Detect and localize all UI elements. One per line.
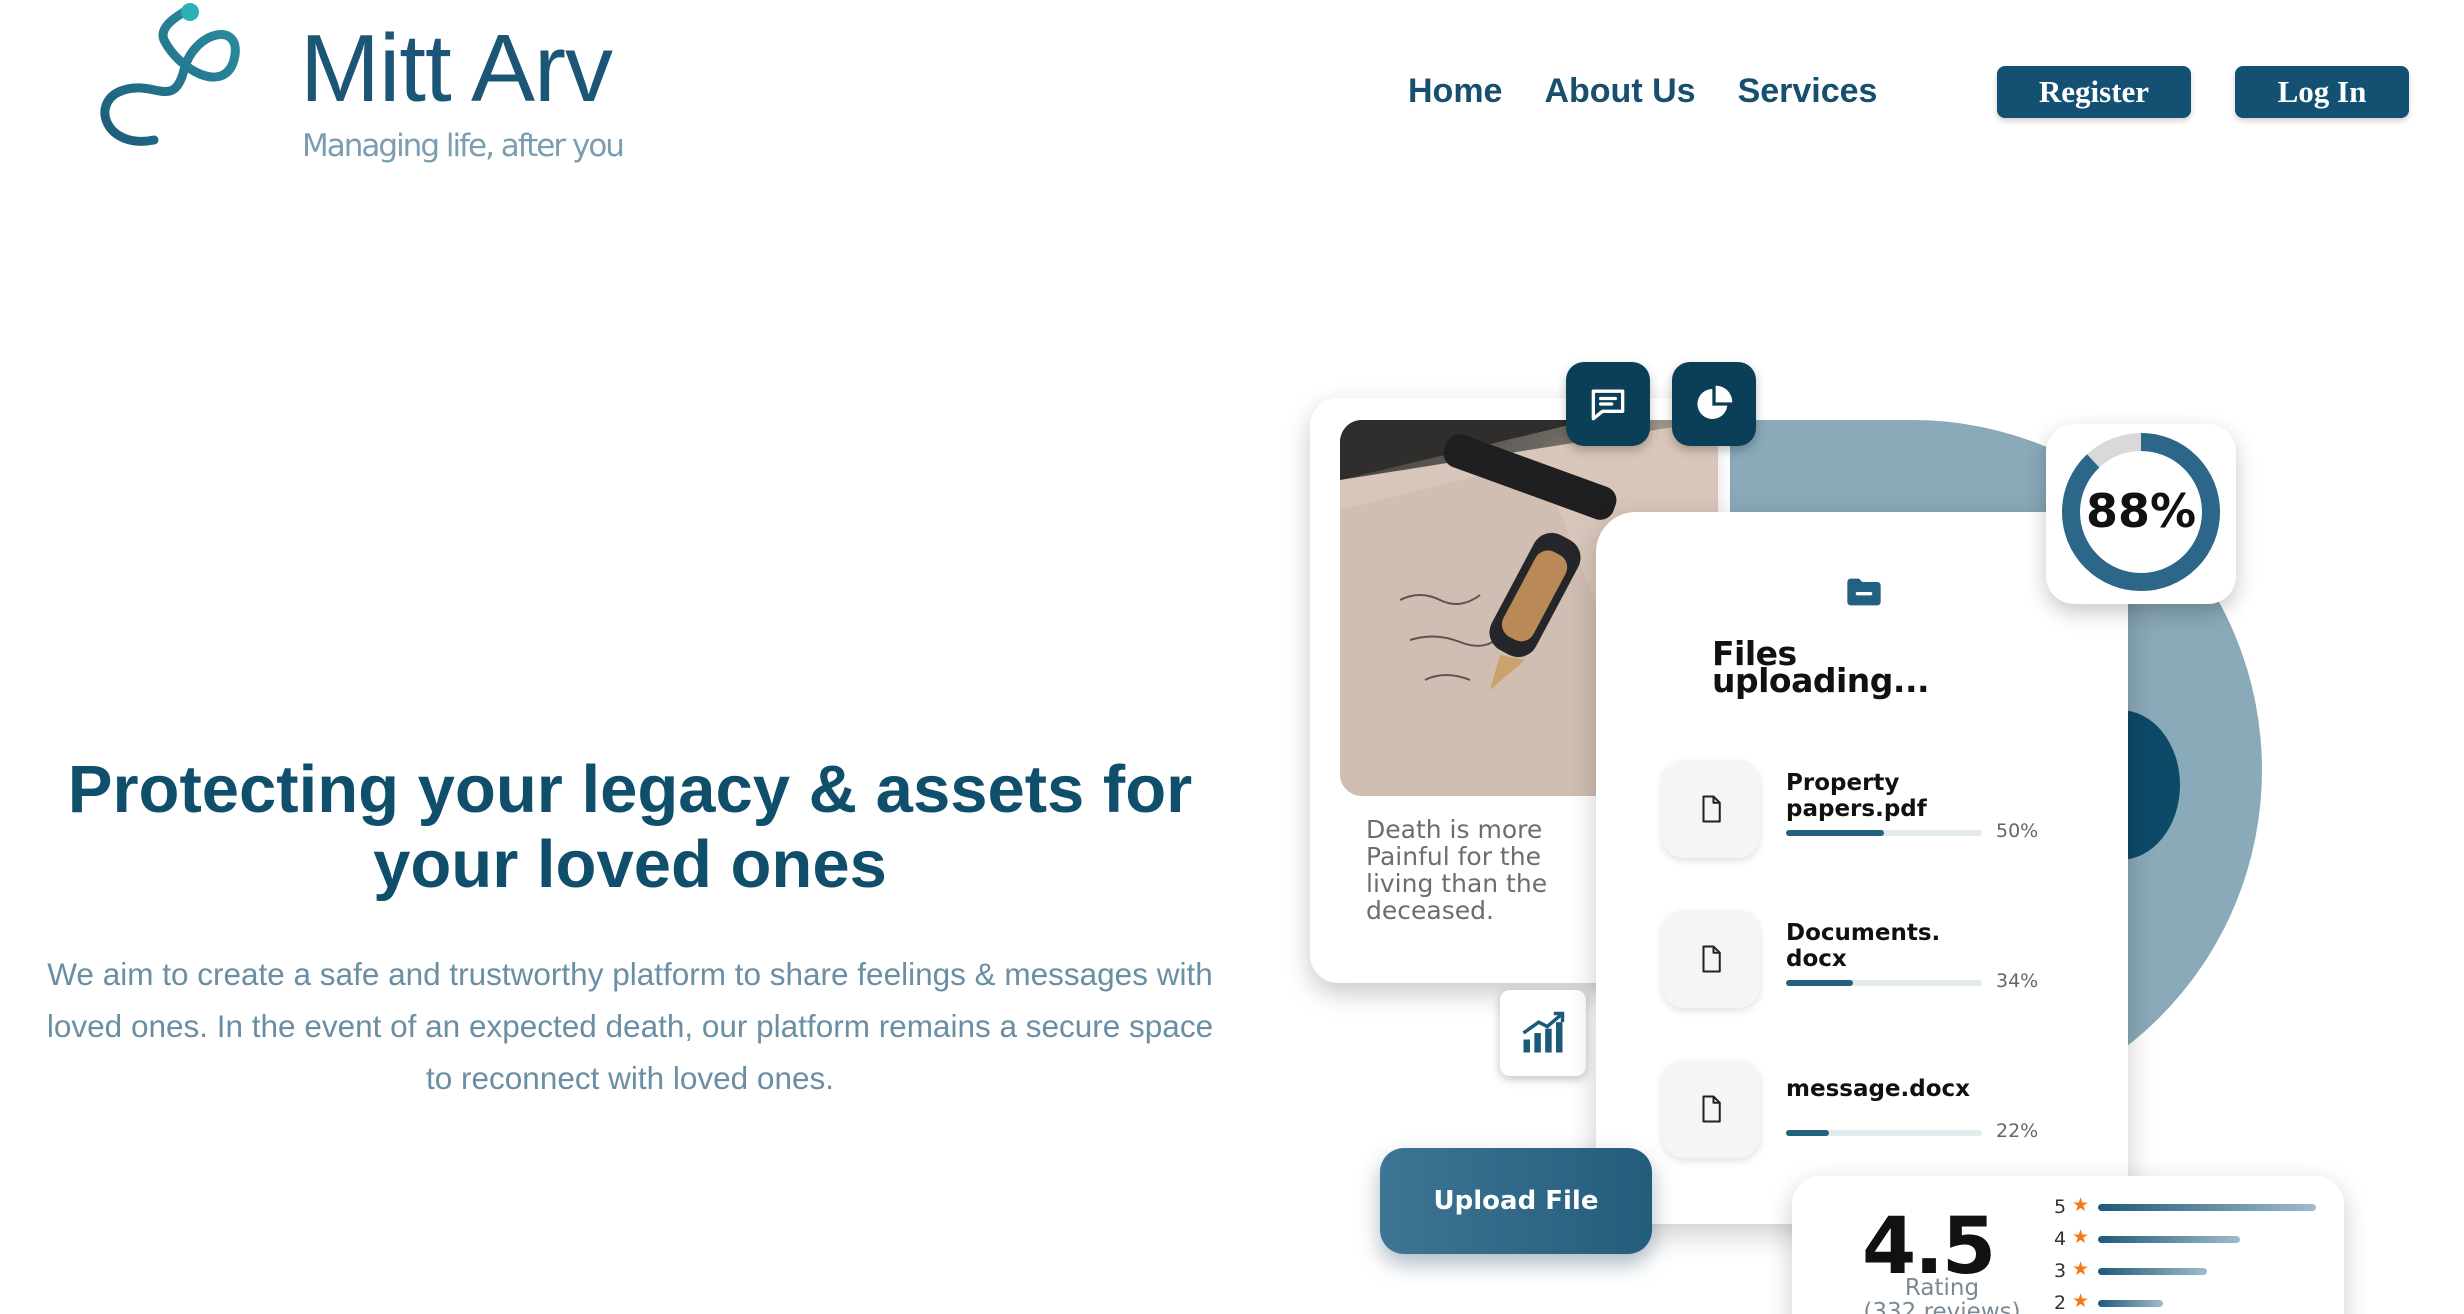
rating-stars-count: 2 xyxy=(2054,1292,2067,1314)
file-percent: 50% xyxy=(1996,820,2039,842)
photo-caption: Death is more Painful for the living tha… xyxy=(1366,815,1548,925)
file-progress-track xyxy=(1786,980,1982,986)
chat-icon[interactable] xyxy=(1566,362,1650,446)
main-nav: Home About Us Services xyxy=(1408,72,1877,111)
brand-tagline: Managing life, after you xyxy=(302,128,625,164)
rating-bar xyxy=(2098,1204,2316,1211)
file-row[interactable]: Documents. docx 34% xyxy=(1662,910,2102,1010)
upload-title: Files uploading... xyxy=(1712,634,1930,700)
brand-title[interactable]: Mitt Arv xyxy=(300,14,613,124)
hero-description: We aim to create a safe and trustworthy … xyxy=(46,956,1214,1096)
completion-percent: 88% xyxy=(2085,484,2197,538)
document-icon xyxy=(1662,1060,1760,1158)
star-icon: ★ xyxy=(2072,1259,2090,1280)
upload-file-button[interactable]: Upload File xyxy=(1380,1148,1652,1254)
rating-stars-count: 5 xyxy=(2054,1196,2067,1218)
rating-bar xyxy=(2098,1300,2164,1307)
file-progress-track xyxy=(1786,1130,1982,1136)
file-progress-fill xyxy=(1786,980,1853,986)
growth-chart-icon[interactable] xyxy=(1500,990,1586,1076)
logo-icon[interactable] xyxy=(84,0,244,160)
rating-reviews: (332 reviews) xyxy=(1863,1299,2021,1314)
folder-icon xyxy=(1844,572,1884,612)
rating-bar xyxy=(2098,1236,2240,1243)
pie-chart-icon[interactable] xyxy=(1672,362,1756,446)
login-button[interactable]: Log In xyxy=(2235,66,2409,118)
nav-services-link[interactable]: Services xyxy=(1738,72,1878,111)
rating-caption: Rating xyxy=(1904,1275,1980,1301)
file-percent: 34% xyxy=(1996,970,2039,992)
file-row[interactable]: message.docx 22% xyxy=(1662,1060,2102,1160)
star-icon: ★ xyxy=(2072,1291,2090,1312)
completion-card: 88% xyxy=(2046,424,2236,604)
file-name: message.docx xyxy=(1786,1076,1970,1102)
file-progress-track xyxy=(1786,830,1982,836)
file-name: Property papers.pdf xyxy=(1786,770,1927,822)
register-button[interactable]: Register xyxy=(1997,66,2191,118)
file-percent: 22% xyxy=(1996,1120,2039,1142)
nav-about-link[interactable]: About Us xyxy=(1544,72,1695,111)
rating-label: Rating (332 reviews) xyxy=(1852,1276,2032,1314)
rating-bar xyxy=(2098,1268,2207,1275)
rating-card: 4.5 Rating (332 reviews) 5 ★ 4 ★ 3 ★ 2 ★ xyxy=(1792,1176,2344,1314)
star-icon: ★ xyxy=(2072,1227,2090,1248)
document-icon xyxy=(1662,910,1760,1008)
rating-stars-count: 4 xyxy=(2054,1228,2067,1250)
document-icon xyxy=(1662,760,1760,858)
star-icon: ★ xyxy=(2072,1195,2090,1216)
file-name: Documents. docx xyxy=(1786,920,1941,972)
hero-title: Protecting your legacy & assets for your… xyxy=(67,752,1193,902)
rating-stars-count: 3 xyxy=(2054,1260,2067,1282)
file-row[interactable]: Property papers.pdf 50% xyxy=(1662,760,2102,860)
file-progress-fill xyxy=(1786,1130,1830,1136)
nav-home-link[interactable]: Home xyxy=(1408,72,1502,111)
file-progress-fill xyxy=(1786,830,1884,836)
upload-card: Files uploading... Property papers.pdf 5… xyxy=(1596,512,2128,1224)
